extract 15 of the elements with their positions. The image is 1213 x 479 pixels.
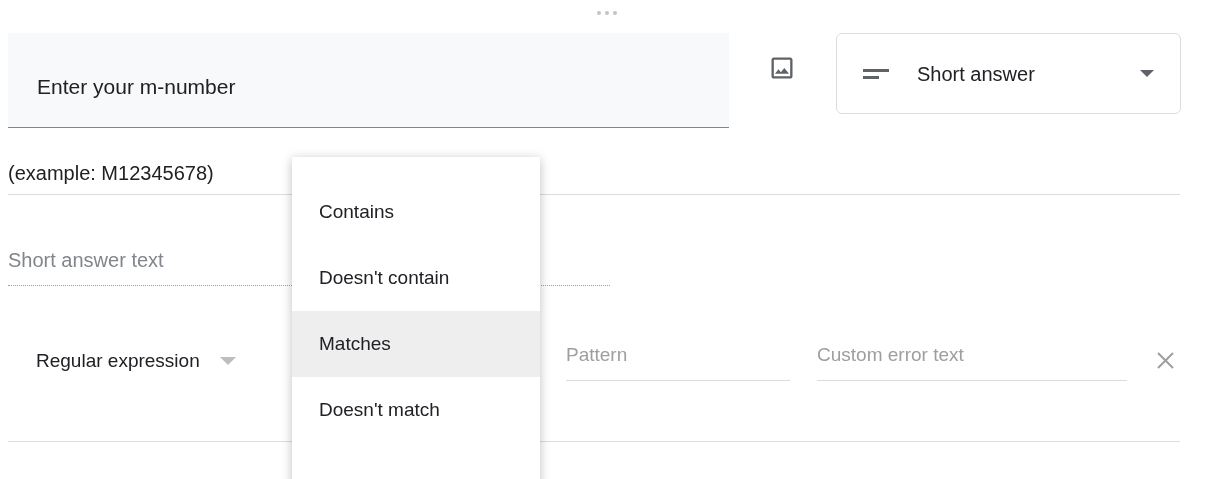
question-title-field[interactable]: Enter your m-number	[8, 33, 729, 128]
short-text-icon	[863, 68, 889, 79]
menu-item[interactable]: Contains	[292, 179, 540, 245]
custom-error-field[interactable]: Custom error text	[817, 341, 1127, 381]
drag-handle-icon[interactable]	[595, 10, 618, 16]
question-description: (example: M12345678)	[8, 162, 214, 184]
validation-type-dropdown[interactable]: Regular expression	[36, 346, 266, 375]
menu-item[interactable]: Matches	[292, 311, 540, 377]
pattern-field[interactable]: Pattern	[566, 341, 790, 381]
caret-icon	[219, 356, 236, 365]
question-type-dropdown[interactable]: Short answer	[836, 33, 1181, 114]
caret-icon	[1140, 70, 1154, 77]
menu-item[interactable]: Doesn't contain	[292, 245, 540, 311]
menu-item[interactable]: Doesn't match	[292, 377, 540, 443]
close-icon[interactable]	[1157, 352, 1174, 370]
